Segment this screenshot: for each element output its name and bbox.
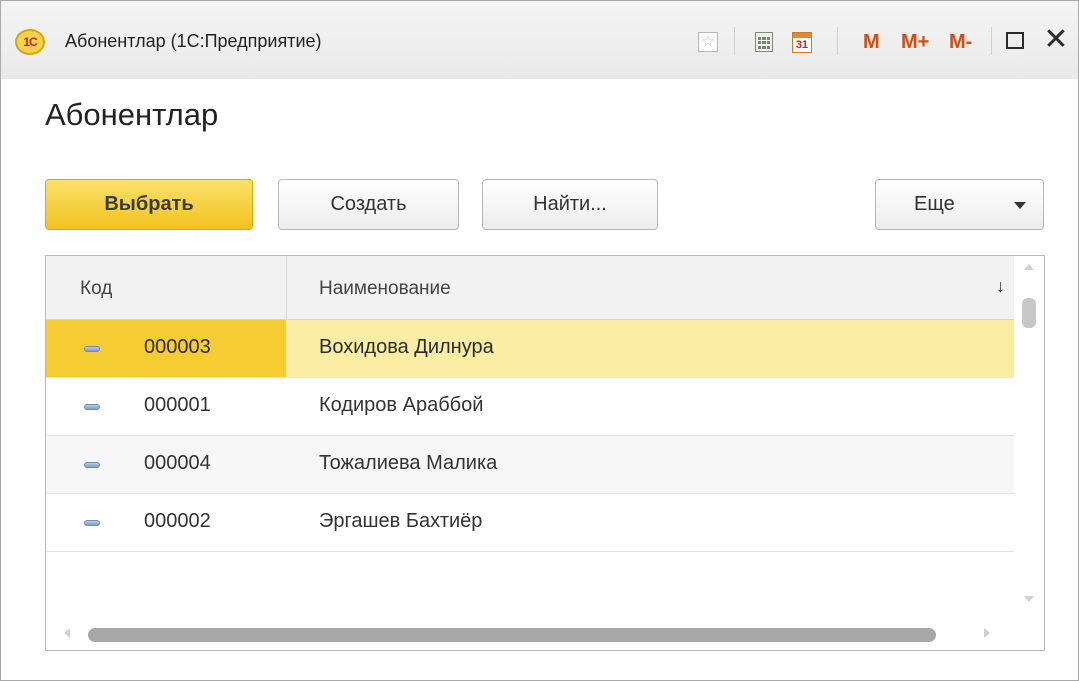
horizontal-scroll-thumb[interactable] [88,628,936,642]
restore-icon[interactable] [1006,32,1024,49]
column-header-name[interactable]: Наименование [319,278,451,300]
memory-m-button[interactable]: M [863,29,880,55]
table-row[interactable]: 000004 Тожалиева Малика [46,436,1014,494]
vertical-scroll-thumb[interactable] [1022,298,1036,328]
select-button[interactable]: Выбрать [45,179,253,230]
find-button[interactable]: Найти... [482,179,658,230]
calculator-icon[interactable] [753,29,775,55]
toolbar-separator [734,27,735,55]
star-icon[interactable]: ☆ [697,29,719,55]
code-cell: 000002 [46,494,286,551]
window-title: Абонентлар (1С:Предприятие) [65,31,322,51]
app-window: 1С Абонентлар (1С:Предприятие) ☆ 31 M M+… [0,0,1079,681]
row-code: 000003 [144,336,211,358]
vertical-scrollbar[interactable] [1014,256,1044,616]
code-cell: 000003 [46,320,286,377]
code-cell: 000004 [46,436,286,493]
scroll-down-icon[interactable] [1024,596,1034,602]
scroll-right-icon[interactable] [984,628,990,638]
row-code: 000004 [144,452,211,474]
scroll-up-icon[interactable] [1024,264,1034,270]
calendar-icon[interactable]: 31 [791,29,813,55]
calendar-day: 31 [795,38,809,51]
toolbar-separator [991,27,992,55]
create-button[interactable]: Создать [278,179,459,230]
sort-descending-icon[interactable]: ↓ [996,276,1005,297]
catalog-item-icon [84,462,100,468]
more-button-label: Еще [914,193,955,215]
column-header-code[interactable]: Код [80,278,112,300]
chevron-down-icon [1014,202,1026,209]
memory-minus-button[interactable]: M- [949,29,972,55]
catalog-item-icon [84,346,100,352]
page-title: Абонентлар [45,97,219,132]
table-row[interactable]: 000002 Эргашев Бахтиёр [46,494,1014,552]
app-logo-text: 1С [23,35,37,49]
row-code: 000001 [144,394,211,416]
row-name: Кодиров Араббой [319,394,484,416]
catalog-item-icon [84,520,100,526]
table-row[interactable]: 000003 Вохидова Дилнура [46,320,1014,378]
code-cell: 000001 [46,378,286,435]
row-code: 000002 [144,510,211,532]
more-button[interactable]: Еще [875,179,1044,230]
toolbar-separator [837,27,838,55]
memory-plus-button[interactable]: M+ [901,29,929,55]
scroll-left-icon[interactable] [64,628,70,638]
row-name: Тожалиева Малика [319,452,498,474]
column-divider[interactable] [286,256,287,320]
row-name: Эргашев Бахтиёр [319,510,483,532]
title-bar: 1С Абонентлар (1С:Предприятие) ☆ 31 M M+… [1,1,1078,79]
table-row[interactable]: 000001 Кодиров Араббой [46,378,1014,436]
subscribers-table[interactable]: Код Наименование ↓ 000003 Вохидова Дилну… [45,255,1045,651]
close-icon[interactable]: ✕ [1041,25,1071,55]
app-logo-icon[interactable]: 1С [15,29,45,55]
table-body: 000003 Вохидова Дилнура 000001 Кодиров А… [46,320,1014,552]
catalog-item-icon [84,404,100,410]
table-header: Код Наименование ↓ [46,256,1014,320]
horizontal-scrollbar[interactable] [46,618,1014,650]
row-name: Вохидова Дилнура [319,336,494,358]
